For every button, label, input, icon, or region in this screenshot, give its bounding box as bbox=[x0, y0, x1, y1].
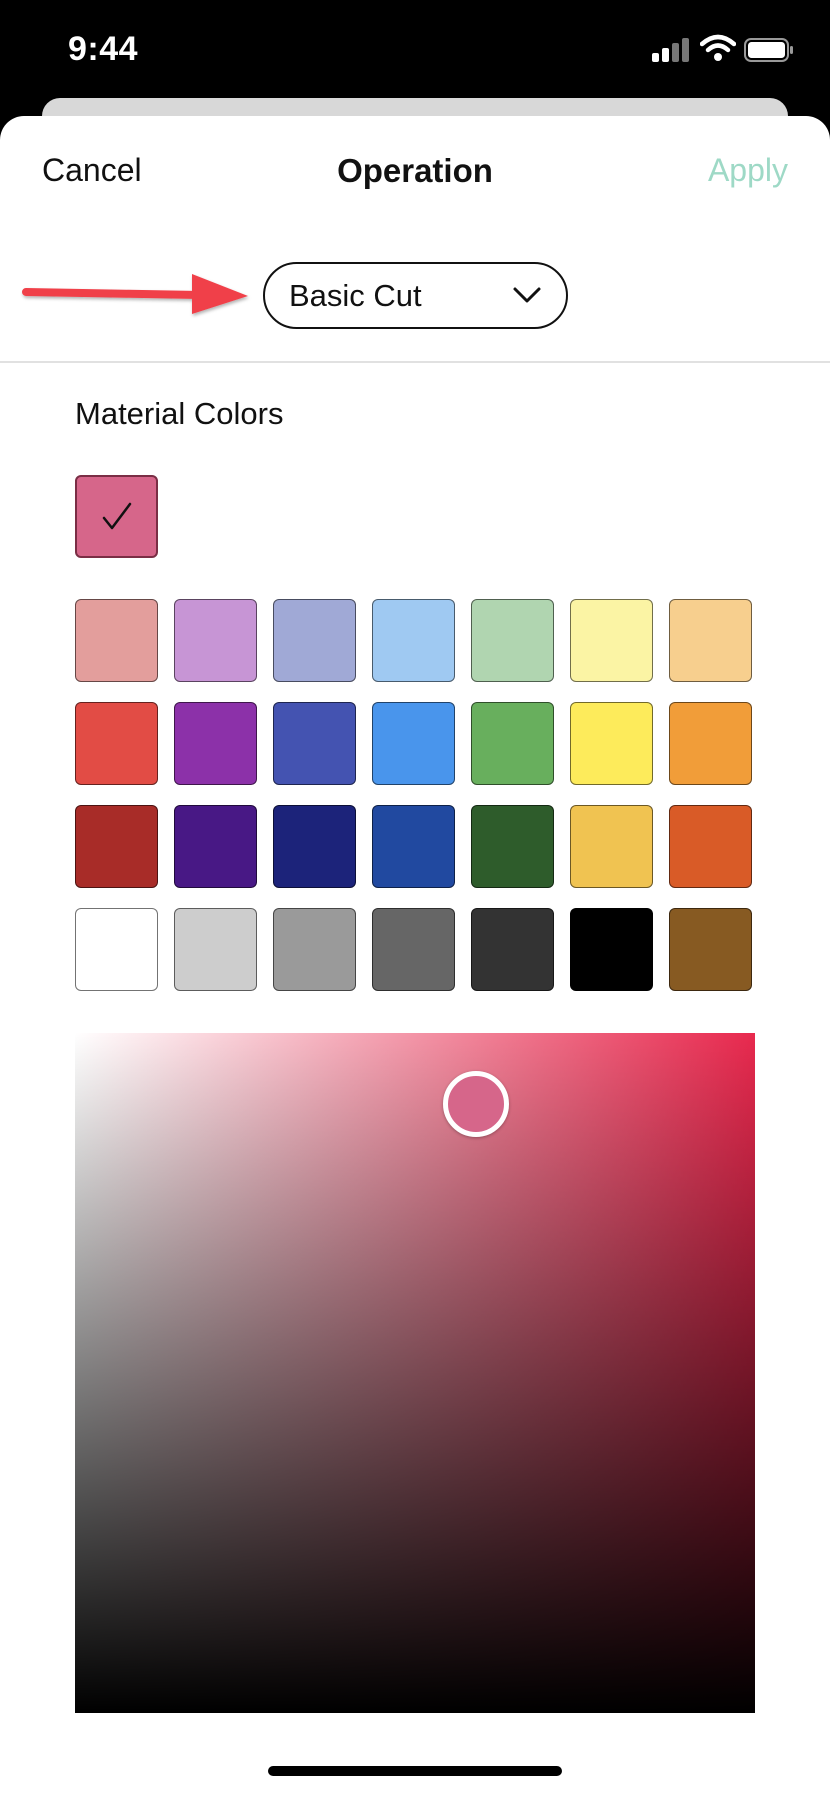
color-swatch[interactable] bbox=[174, 702, 257, 785]
status-time: 9:44 bbox=[68, 30, 139, 68]
material-colors-title: Material Colors bbox=[75, 396, 284, 431]
color-swatch[interactable] bbox=[372, 702, 455, 785]
color-swatch[interactable] bbox=[273, 908, 356, 991]
page-title: Operation bbox=[337, 152, 493, 189]
selected-color-swatch[interactable] bbox=[75, 475, 158, 558]
color-swatch[interactable] bbox=[273, 599, 356, 682]
color-swatch[interactable] bbox=[372, 908, 455, 991]
color-swatch[interactable] bbox=[669, 805, 752, 888]
wifi-icon bbox=[700, 34, 736, 61]
operation-dropdown-label: Basic Cut bbox=[289, 277, 422, 313]
color-swatch[interactable] bbox=[174, 599, 257, 682]
status-bar: 9:44 bbox=[0, 0, 830, 100]
color-swatch[interactable] bbox=[372, 805, 455, 888]
color-swatch[interactable] bbox=[75, 702, 158, 785]
cellular-signal-icon bbox=[652, 38, 692, 62]
header-divider bbox=[0, 361, 830, 363]
home-indicator bbox=[268, 1766, 562, 1776]
color-swatch[interactable] bbox=[471, 805, 554, 888]
color-picker-handle[interactable] bbox=[443, 1071, 509, 1137]
material-color-grid bbox=[75, 599, 752, 991]
color-swatch[interactable] bbox=[669, 702, 752, 785]
color-swatch[interactable] bbox=[570, 908, 653, 991]
color-picker-area[interactable] bbox=[75, 1033, 755, 1713]
color-swatch[interactable] bbox=[174, 908, 257, 991]
color-swatch[interactable] bbox=[471, 702, 554, 785]
color-swatch[interactable] bbox=[273, 702, 356, 785]
color-swatch[interactable] bbox=[471, 908, 554, 991]
color-swatch[interactable] bbox=[669, 599, 752, 682]
color-swatch[interactable] bbox=[570, 599, 653, 682]
apply-button[interactable]: Apply bbox=[708, 152, 788, 189]
color-swatch[interactable] bbox=[75, 599, 158, 682]
color-swatch[interactable] bbox=[669, 908, 752, 991]
operation-sheet: Cancel Operation Apply Basic Cut Materia… bbox=[0, 116, 830, 1794]
color-swatch[interactable] bbox=[273, 805, 356, 888]
color-swatch[interactable] bbox=[372, 599, 455, 682]
annotation-arrow-icon bbox=[22, 274, 248, 314]
checkmark-icon bbox=[102, 502, 132, 530]
color-swatch[interactable] bbox=[471, 599, 554, 682]
color-swatch[interactable] bbox=[174, 805, 257, 888]
color-swatch[interactable] bbox=[75, 908, 158, 991]
color-swatch[interactable] bbox=[570, 805, 653, 888]
color-swatch[interactable] bbox=[75, 805, 158, 888]
color-swatch[interactable] bbox=[570, 702, 653, 785]
battery-icon bbox=[744, 38, 793, 62]
operation-dropdown[interactable]: Basic Cut bbox=[263, 262, 568, 329]
chevron-down-icon bbox=[513, 287, 541, 303]
